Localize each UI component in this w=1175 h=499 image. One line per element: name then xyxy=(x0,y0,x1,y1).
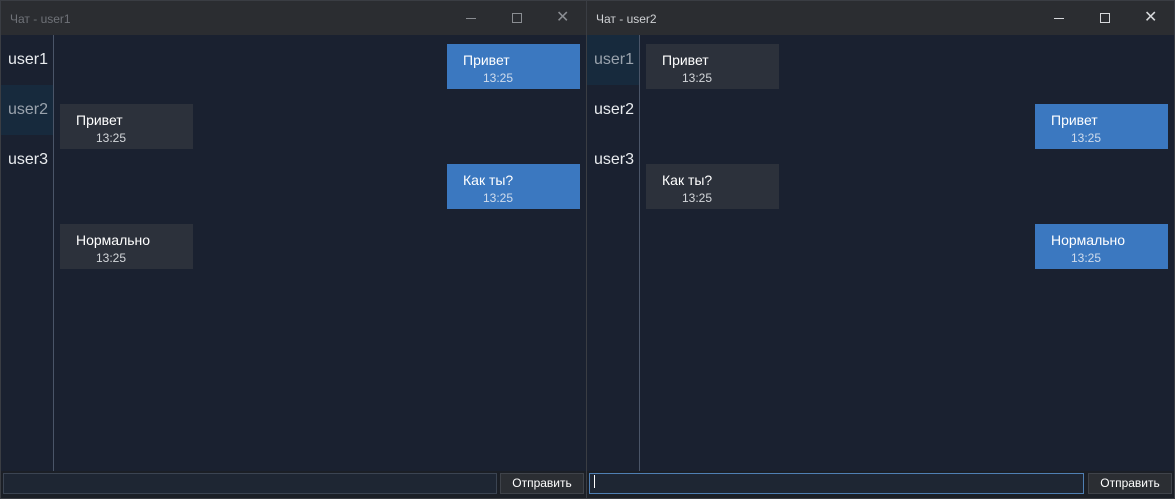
message-text: Нормально xyxy=(76,232,151,248)
message-text: Как ты? xyxy=(463,172,514,188)
message-area: Привет 13:25 Привет 13:25 Как ты? 13:25 … xyxy=(640,35,1174,471)
message-text: Привет xyxy=(463,52,510,68)
minimize-icon xyxy=(466,18,476,19)
contact-list: user1 user2 user3 xyxy=(587,35,640,471)
chat-window-user1: Чат - user1 ✕ user1 user2 user3 Привет 1… xyxy=(0,0,587,499)
message-input[interactable] xyxy=(589,473,1084,494)
close-button[interactable]: ✕ xyxy=(1128,1,1174,35)
minimize-button[interactable] xyxy=(1036,1,1082,35)
contact-list: user1 user2 user3 xyxy=(1,35,54,471)
message-area: Привет 13:25 Привет 13:25 Как ты? 13:25 … xyxy=(54,35,586,471)
input-bar: Отправить xyxy=(587,471,1174,498)
text-caret xyxy=(594,475,595,488)
message-time: 13:25 xyxy=(682,191,713,205)
message-bubble-other: Привет 13:25 xyxy=(60,104,193,149)
message-bubble-own: Привет 13:25 xyxy=(1035,104,1168,149)
message-time: 13:25 xyxy=(96,251,127,265)
message-time: 13:25 xyxy=(483,191,514,205)
message-text: Привет xyxy=(1051,112,1098,128)
message-bubble-other: Нормально 13:25 xyxy=(60,224,193,269)
desktop: Чат - user1 ✕ user1 user2 user3 Привет 1… xyxy=(0,0,1175,499)
close-icon: ✕ xyxy=(1144,9,1158,26)
message-text: Привет xyxy=(76,112,123,128)
message-bubble-own: Нормально 13:25 xyxy=(1035,224,1168,269)
send-button[interactable]: Отправить xyxy=(500,473,584,494)
message-bubble-other: Как ты? 13:25 xyxy=(646,164,779,209)
contact-item-user2[interactable]: user2 xyxy=(1,85,53,135)
minimize-icon xyxy=(1054,18,1064,19)
window-title: Чат - user1 xyxy=(10,12,71,26)
message-bubble-own: Как ты? 13:25 xyxy=(447,164,580,209)
title-bar[interactable]: Чат - user1 ✕ xyxy=(1,1,586,35)
title-bar[interactable]: Чат - user2 ✕ xyxy=(587,1,1174,35)
contact-item-user1[interactable]: user1 xyxy=(1,35,53,85)
message-time: 13:25 xyxy=(96,131,127,145)
maximize-button[interactable] xyxy=(1082,1,1128,35)
minimize-button[interactable] xyxy=(448,1,494,35)
contact-item-user3[interactable]: user3 xyxy=(1,135,53,185)
message-time: 13:25 xyxy=(483,71,514,85)
send-button[interactable]: Отправить xyxy=(1088,473,1172,494)
message-bubble-own: Привет 13:25 xyxy=(447,44,580,89)
message-bubble-other: Привет 13:25 xyxy=(646,44,779,89)
message-time: 13:25 xyxy=(682,71,713,85)
window-title: Чат - user2 xyxy=(596,12,657,26)
maximize-icon xyxy=(512,13,522,23)
message-text: Нормально xyxy=(1051,232,1126,248)
message-text: Как ты? xyxy=(662,172,713,188)
maximize-icon xyxy=(1100,13,1110,23)
maximize-button[interactable] xyxy=(494,1,540,35)
close-icon: ✕ xyxy=(556,9,570,26)
message-time: 13:25 xyxy=(1071,131,1102,145)
contact-item-user3[interactable]: user3 xyxy=(587,135,639,185)
message-text: Привет xyxy=(662,52,709,68)
chat-window-user2: Чат - user2 ✕ user1 user2 user3 Привет 1… xyxy=(586,0,1175,499)
close-button[interactable]: ✕ xyxy=(540,1,586,35)
input-bar: Отправить xyxy=(1,471,586,498)
contact-item-user1[interactable]: user1 xyxy=(587,35,639,85)
message-time: 13:25 xyxy=(1071,251,1102,265)
message-input[interactable] xyxy=(3,473,497,494)
contact-item-user2[interactable]: user2 xyxy=(587,85,639,135)
